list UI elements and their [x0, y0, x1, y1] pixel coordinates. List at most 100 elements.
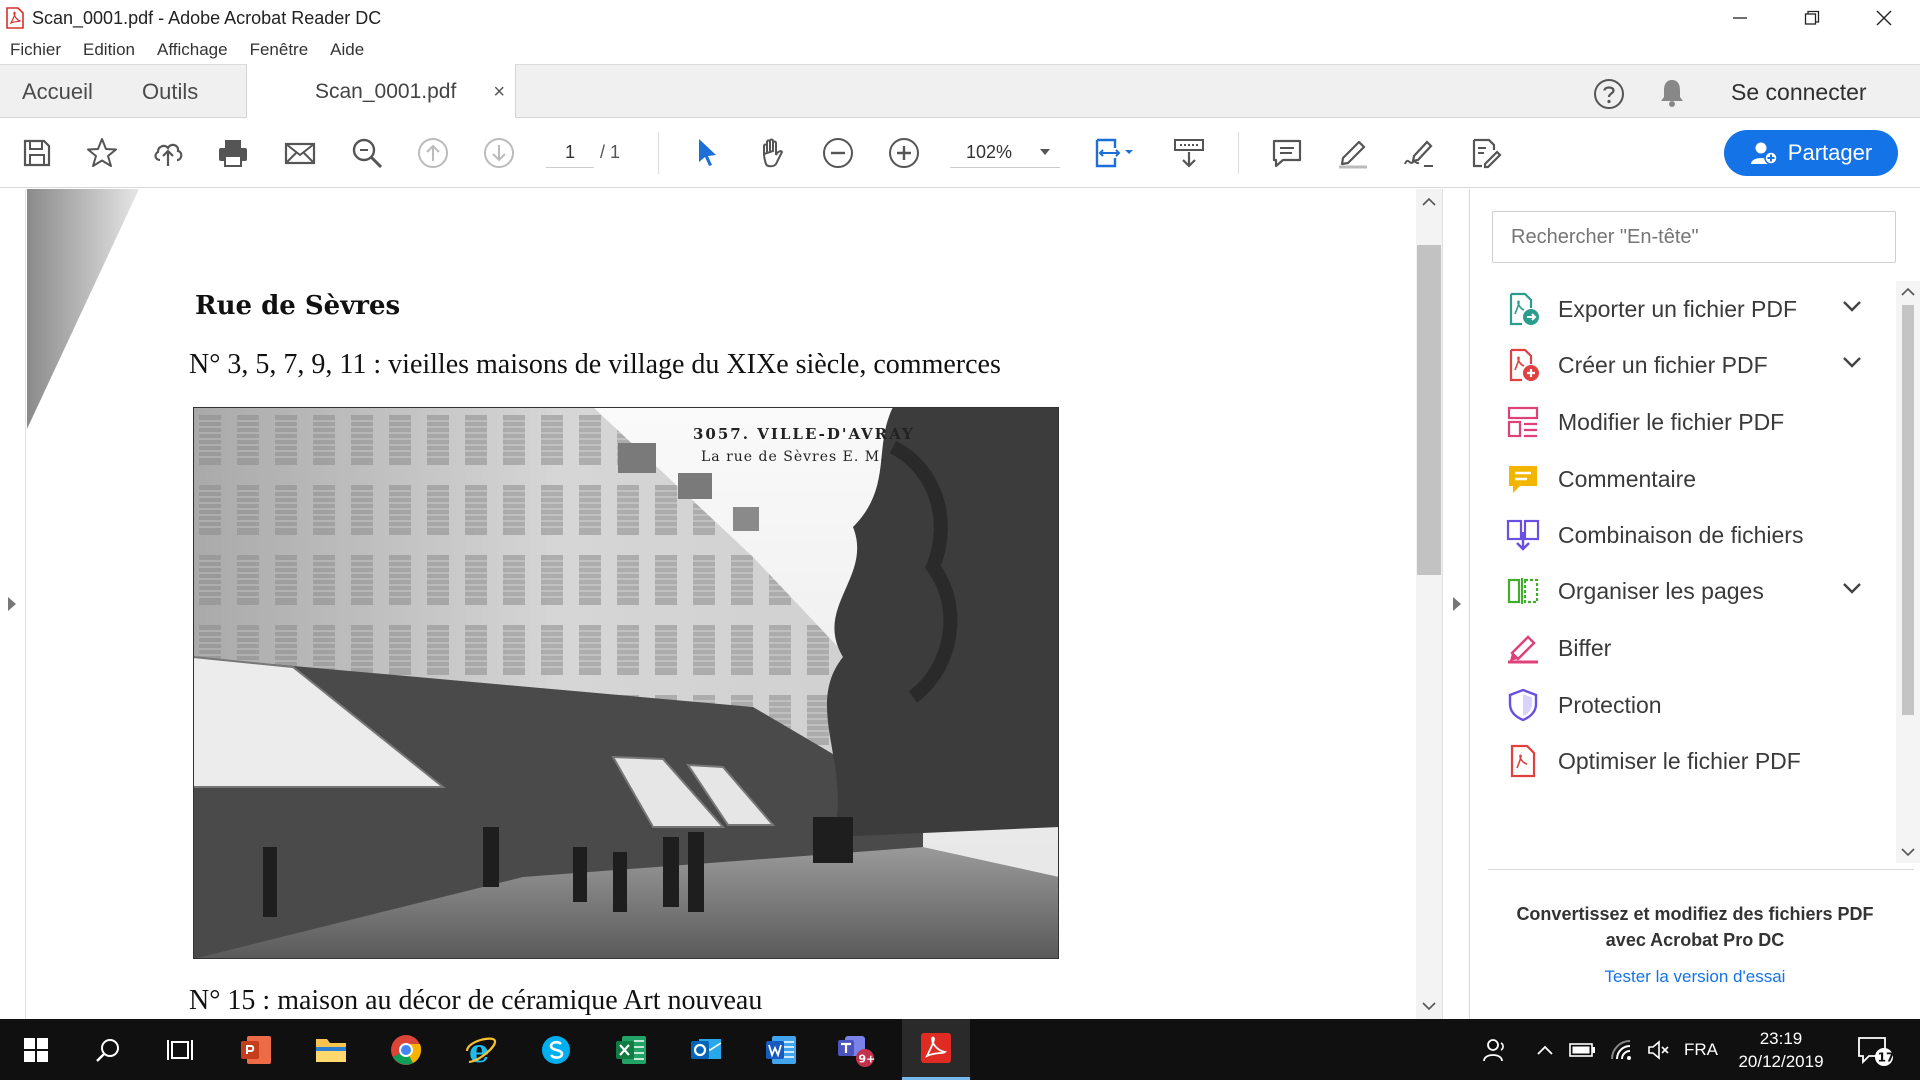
scroll-mode-icon: [1174, 139, 1204, 168]
menu-edition[interactable]: Edition: [83, 40, 135, 60]
print-button[interactable]: [214, 134, 252, 172]
optimize-pdf-icon: [1510, 744, 1536, 778]
minimize-button[interactable]: [1704, 0, 1776, 36]
promo-line-1: Convertissez et modifiez des fichiers PD…: [1516, 904, 1874, 924]
action-center-button[interactable]: 17: [1850, 1019, 1900, 1080]
menu-affichage[interactable]: Affichage: [157, 40, 228, 60]
chevron-up-icon: [1537, 1045, 1553, 1055]
free-trial-link[interactable]: Tester la version d'essai: [1470, 967, 1920, 987]
close-tab-button[interactable]: ×: [493, 64, 505, 120]
scroll-up-icon[interactable]: [1901, 287, 1915, 297]
taskbar-file-explorer[interactable]: [301, 1019, 361, 1080]
scroll-mode-button[interactable]: [1170, 134, 1208, 172]
menu-aide[interactable]: Aide: [330, 40, 364, 60]
system-clock[interactable]: 23:19 20/12/2019: [1726, 1027, 1836, 1073]
document-viewer: Rue de Sèvres N° 3, 5, 7, 9, 11 : vieill…: [0, 189, 1470, 1019]
menu-fenetre[interactable]: Fenêtre: [250, 40, 309, 60]
taskbar-teams[interactable]: 9+: [826, 1019, 886, 1080]
previous-page-button[interactable]: [414, 134, 452, 172]
page-fit-button[interactable]: [1090, 134, 1140, 172]
minimize-icon: [1733, 17, 1747, 19]
sign-in-link[interactable]: Se connecter: [1731, 65, 1867, 119]
next-page-button[interactable]: [480, 134, 518, 172]
tools-list: Exporter un fichier PDF Créer un fichier…: [1470, 281, 1896, 869]
combine-files-icon: [1506, 519, 1540, 551]
taskbar-internet-explorer[interactable]: e: [451, 1019, 511, 1080]
menu-fichier[interactable]: Fichier: [10, 40, 61, 60]
taskbar-powerpoint[interactable]: [226, 1019, 286, 1080]
scroll-down-icon[interactable]: [1901, 847, 1915, 857]
chevron-down-icon[interactable]: [1842, 299, 1862, 313]
tool-optimize-pdf[interactable]: Optimiser le fichier PDF: [1470, 733, 1896, 789]
taskbar-acrobat-reader[interactable]: [902, 1019, 970, 1080]
show-hidden-icons-button[interactable]: [1530, 1019, 1560, 1080]
select-tool-button[interactable]: [688, 134, 726, 172]
tool-organize-pages[interactable]: Organiser les pages: [1470, 563, 1896, 619]
document-scrollbar[interactable]: [1416, 189, 1442, 1019]
share-button[interactable]: Partager: [1724, 130, 1898, 176]
bookmark-star-button[interactable]: [83, 134, 121, 172]
search-button[interactable]: [348, 134, 386, 172]
email-button[interactable]: [281, 134, 319, 172]
people-button[interactable]: [1475, 1019, 1515, 1080]
tool-label: Combinaison de fichiers: [1558, 522, 1804, 548]
tab-home[interactable]: Accueil: [22, 65, 93, 119]
battery-status[interactable]: [1566, 1019, 1600, 1080]
taskbar-outlook[interactable]: [676, 1019, 736, 1080]
page-number-input[interactable]: 1: [546, 136, 594, 168]
zoom-out-button[interactable]: [819, 134, 857, 172]
tool-edit-pdf[interactable]: Modifier le fichier PDF: [1470, 394, 1896, 450]
cloud-upload-icon: [154, 143, 183, 166]
document-heading: Rue de Sèvres: [195, 291, 401, 321]
arrow-down-circle-icon: [484, 138, 514, 168]
page-total: / 1: [600, 142, 621, 162]
upload-cloud-button[interactable]: [149, 134, 187, 172]
share-button-label: Partager: [1787, 140, 1873, 165]
task-view-button[interactable]: [150, 1019, 210, 1080]
save-button[interactable]: [18, 134, 56, 172]
tab-tools[interactable]: Outils: [142, 65, 198, 119]
left-panel-toggle[interactable]: [0, 189, 26, 1019]
taskbar-excel[interactable]: [601, 1019, 661, 1080]
start-button[interactable]: [6, 1019, 66, 1080]
scrollbar-thumb[interactable]: [1417, 245, 1441, 575]
sign-button[interactable]: [1400, 134, 1438, 172]
tab-document[interactable]: Scan_0001.pdf ×: [246, 64, 516, 120]
scroll-down-icon[interactable]: [1422, 1001, 1436, 1011]
help-icon[interactable]: [1593, 78, 1625, 110]
tool-combine-files[interactable]: Combinaison de fichiers: [1470, 507, 1896, 563]
fill-sign-button[interactable]: [1466, 134, 1504, 172]
taskbar-search-button[interactable]: [78, 1019, 138, 1080]
tool-redact[interactable]: Biffer: [1470, 620, 1896, 676]
right-panel-toggle[interactable]: [1442, 189, 1470, 1019]
notifications-bell-icon[interactable]: [1658, 77, 1686, 109]
chevron-down-icon[interactable]: [1842, 355, 1862, 369]
hand-tool-button[interactable]: [754, 134, 792, 172]
zoom-level-dropdown[interactable]: 102%: [950, 136, 1060, 168]
tool-export-pdf[interactable]: Exporter un fichier PDF: [1470, 281, 1896, 337]
taskbar-chrome[interactable]: [376, 1019, 436, 1080]
export-pdf-icon: [1509, 292, 1539, 326]
network-status[interactable]: [1606, 1019, 1640, 1080]
scroll-up-icon[interactable]: [1422, 197, 1436, 207]
tool-label: Organiser les pages: [1558, 578, 1764, 604]
close-window-button[interactable]: [1848, 0, 1920, 36]
tools-scrollbar[interactable]: [1896, 281, 1920, 863]
tool-label: Commentaire: [1558, 466, 1697, 492]
signature-pen-icon: [1404, 140, 1433, 167]
tool-comment[interactable]: Commentaire: [1470, 451, 1896, 507]
comment-button[interactable]: [1268, 134, 1306, 172]
chevron-down-icon[interactable]: [1842, 581, 1862, 595]
restore-button[interactable]: [1776, 0, 1848, 36]
highlight-button[interactable]: [1334, 134, 1372, 172]
organize-pages-icon: [1507, 578, 1539, 604]
tool-protection[interactable]: Protection: [1470, 677, 1896, 733]
scrollbar-thumb[interactable]: [1902, 305, 1914, 715]
volume-status[interactable]: [1642, 1019, 1676, 1080]
taskbar-word[interactable]: [751, 1019, 811, 1080]
zoom-in-button[interactable]: [885, 134, 923, 172]
tools-search-input[interactable]: [1492, 211, 1896, 263]
tool-create-pdf[interactable]: Créer un fichier PDF: [1470, 337, 1896, 393]
input-language[interactable]: FRA: [1680, 1019, 1722, 1080]
taskbar-skype[interactable]: [526, 1019, 586, 1080]
